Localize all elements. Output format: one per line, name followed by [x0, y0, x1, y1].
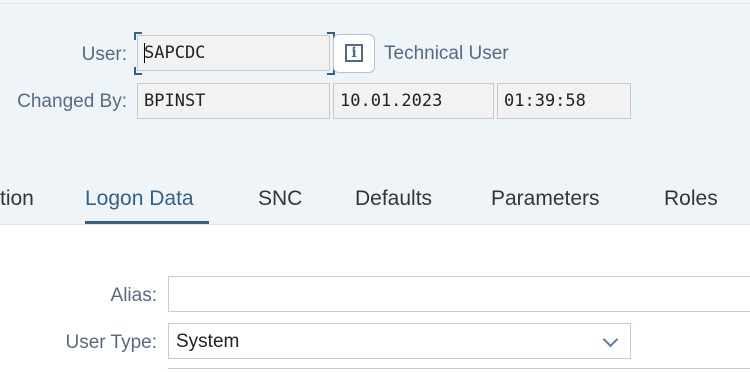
- changed-time-field: 01:39:58: [497, 83, 631, 119]
- alias-label: Alias:: [110, 285, 157, 306]
- info-button[interactable]: i: [333, 34, 375, 73]
- user-label: User:: [81, 44, 127, 65]
- top-border: [0, 0, 750, 4]
- tab-parameters[interactable]: Parameters: [491, 187, 600, 211]
- user-type-label: User Type:: [65, 332, 157, 353]
- focus-corner: [134, 32, 142, 40]
- text-cursor: [144, 43, 145, 63]
- tab-snc[interactable]: SNC: [258, 187, 302, 211]
- info-icon: i: [345, 44, 363, 62]
- next-field-border: [168, 368, 750, 369]
- chevron-down-icon: [602, 331, 619, 348]
- changed-by-field: BPINST: [137, 83, 330, 119]
- tab-partial[interactable]: tion: [0, 187, 34, 211]
- focus-corner: [134, 67, 142, 75]
- user-field[interactable]: SAPCDC: [137, 35, 330, 71]
- tab-logon-data[interactable]: Logon Data: [85, 187, 194, 211]
- changed-by-label: Changed By:: [17, 91, 127, 112]
- user-description: Technical User: [384, 43, 509, 64]
- user-type-select[interactable]: System: [168, 323, 631, 359]
- tab-defaults[interactable]: Defaults: [355, 187, 432, 211]
- tab-divider: [0, 224, 750, 225]
- changed-date-field: 10.01.2023: [333, 83, 494, 119]
- tab-roles[interactable]: Roles: [664, 187, 718, 211]
- user-type-value: System: [176, 331, 240, 352]
- alias-input[interactable]: [168, 276, 750, 312]
